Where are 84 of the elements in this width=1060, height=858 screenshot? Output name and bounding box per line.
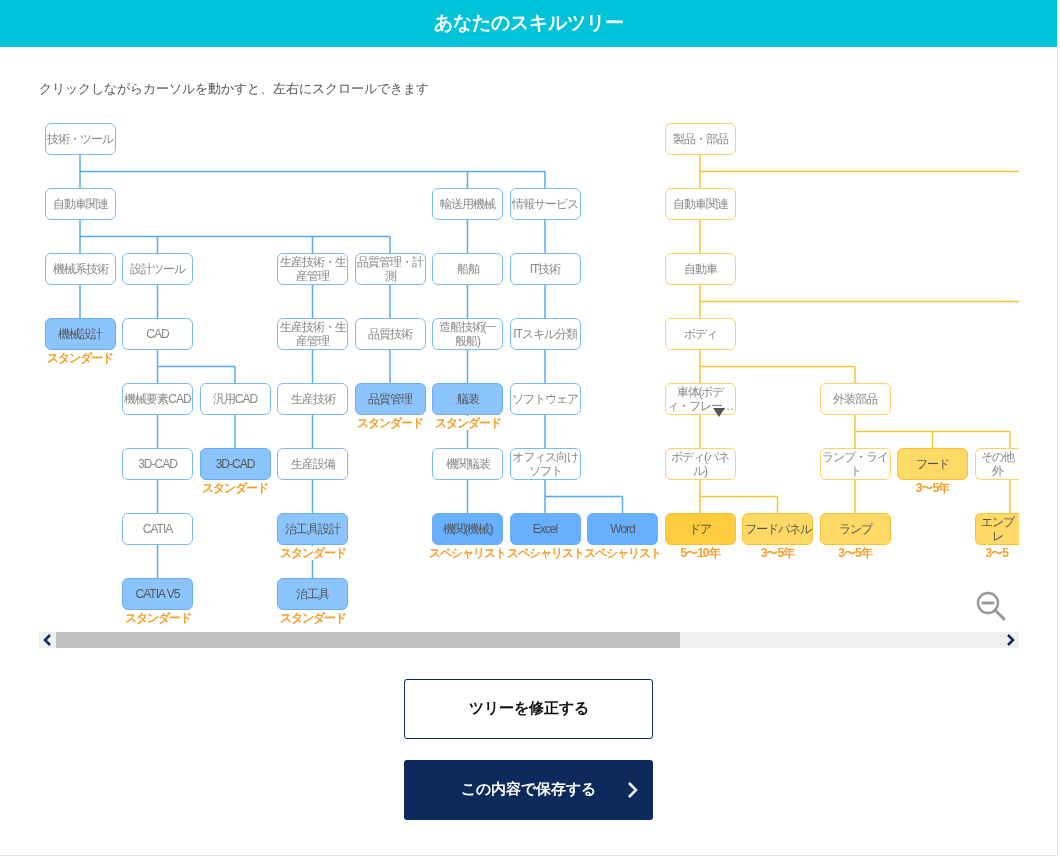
skill-node[interactable]: ドア [664,512,736,545]
skill-level-label: スペシャリスト [429,545,506,560]
skill-node[interactable]: 機関艤装 [432,447,503,480]
connector-line [466,283,469,319]
skill-node[interactable]: 品質管理・計測 [354,252,426,285]
connector-line [311,413,314,449]
skill-node[interactable]: ITスキル分類 [509,317,581,350]
skill-node[interactable]: 情報サービス [509,187,581,220]
skill-node[interactable]: CATIA V5 [122,577,193,610]
skill-node[interactable]: 機関(機械) [432,512,503,545]
skill-node[interactable]: 自動車 [664,252,736,285]
connector-line [544,348,546,384]
skill-node[interactable]: 造船技術(一般船) [432,317,503,350]
skill-node[interactable]: IT技術 [509,252,581,285]
dropdown-triangle-icon[interactable] [712,407,725,417]
connector-line [544,283,546,319]
skill-level-label: スペシャリスト [506,545,584,560]
connector-line [311,348,314,384]
connector-line [854,478,856,514]
skill-node[interactable]: 治工具設計 [277,512,348,545]
save-button[interactable]: この内容で保存する [404,759,653,820]
scrollbar-thumb[interactable] [56,631,680,648]
skill-node[interactable]: ソフトウェア [509,382,581,415]
horizontal-scrollbar[interactable] [39,631,1019,648]
skill-node[interactable]: 生産技術・生産管理 [277,317,348,350]
connector-line [156,283,159,319]
connector-line [156,413,159,449]
skill-node[interactable]: CATIA [122,512,193,545]
skill-node[interactable]: 汎用CAD [199,382,271,415]
connector-line [79,283,81,319]
connector-line [699,218,701,254]
skill-node[interactable]: 生産設備 [277,447,348,480]
skill-node[interactable]: 3D-CAD [122,447,193,480]
connector-line [389,348,391,384]
page-title: あなたのスキルツリー [433,11,624,36]
skill-node[interactable]: 設計ツール [122,252,193,285]
skill-node[interactable]: 品質管理 [354,382,426,415]
skill-node[interactable]: 機械設計 [44,317,116,350]
connector-line [466,478,469,514]
skill-node[interactable]: 生産技術・生産管理 [277,252,348,285]
zoom-out-icon[interactable] [975,589,1007,622]
skill-node[interactable]: フード [897,447,968,480]
skill-node[interactable]: 外装部品 [819,382,891,415]
connector-line [466,218,469,254]
skill-node[interactable]: 生産技術 [277,382,348,415]
skill-node[interactable]: 機械系技術 [44,252,116,285]
skill-node[interactable]: エンブレ [974,512,1019,545]
skill-node[interactable]: 輸送用機械 [432,187,503,220]
connector-line [466,348,469,384]
skill-node[interactable]: その他外 [974,447,1019,480]
skill-node[interactable]: 船舶 [432,252,503,285]
connector-line [311,478,314,514]
instruction-text: クリックしながらカーソルを動かすと、左右にスクロールできます [39,80,430,98]
skill-node[interactable]: 艤装 [432,382,503,415]
skill-node[interactable]: ランプ [819,512,891,545]
skill-node[interactable]: CAD [122,317,193,350]
connector-line [234,413,236,449]
skill-node[interactable]: 機械要素CAD [122,382,193,415]
skill-node[interactable]: ボディ [664,317,736,350]
connector-line [311,283,314,319]
skill-node[interactable]: 技術・ツール [44,122,116,155]
connector-line [389,283,391,319]
skill-node[interactable]: ボディ(パネル) [664,447,736,480]
skill-node[interactable]: フードパネル [742,512,813,545]
skill-node[interactable]: 車体(ボディ・フレー… [664,382,736,415]
connector-line [1009,478,1011,514]
connector-line [544,413,546,449]
connector-line [156,478,159,514]
connector-line [544,218,546,254]
connector-line [699,413,701,449]
skill-node[interactable]: 3D-CAD [199,447,271,480]
skill-node[interactable]: オフィス向けソフト [509,447,581,480]
skill-node[interactable]: 治工具 [277,577,348,610]
skill-level-label: スペシャリスト [584,545,661,560]
skill-node[interactable]: Word [587,512,658,545]
skill-node[interactable]: 品質技術 [354,317,426,350]
edit-tree-button[interactable]: ツリーを修正する [404,678,653,739]
skill-node[interactable]: 自動車関連 [44,187,116,220]
skill-node[interactable]: 製品・部品 [664,122,736,155]
skill-node[interactable]: ランプ・ライト [819,447,891,480]
connector-line [156,543,159,579]
chevron-right-icon [627,780,639,799]
skill-node[interactable]: 自動車関連 [664,187,736,220]
skill-node[interactable]: Excel [509,512,581,545]
